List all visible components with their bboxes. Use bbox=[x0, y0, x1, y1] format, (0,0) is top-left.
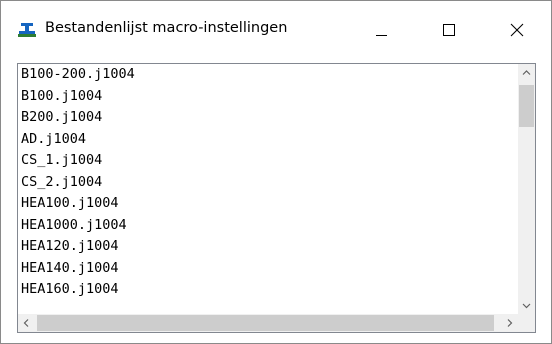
window-title: Bestandenlijst macro-instellingen bbox=[45, 20, 288, 36]
maximize-icon bbox=[443, 24, 455, 36]
list-item[interactable]: HEA160.j1004 bbox=[18, 279, 498, 301]
dialog-window: Bestandenlijst macro-instellingen B100-2… bbox=[0, 0, 552, 344]
minimize-button[interactable] bbox=[347, 1, 415, 57]
list-item[interactable]: HEA100.j1004 bbox=[18, 193, 498, 215]
chevron-left-icon bbox=[23, 319, 29, 327]
minimize-icon bbox=[376, 35, 387, 36]
chevron-down-icon bbox=[522, 303, 531, 309]
list-item[interactable]: CS_2.j1004 bbox=[18, 172, 498, 194]
list-item[interactable]: HEA120.j1004 bbox=[18, 236, 498, 258]
list-item[interactable]: HEA140.j1004 bbox=[18, 258, 498, 280]
list-item[interactable]: B200.j1004 bbox=[18, 107, 498, 129]
list-item[interactable]: B100-200.j1004 bbox=[18, 64, 498, 86]
list-item[interactable]: AD.j1004 bbox=[18, 129, 498, 151]
chevron-right-icon bbox=[507, 319, 513, 327]
vertical-scroll-thumb[interactable] bbox=[519, 85, 534, 127]
scroll-down-button[interactable] bbox=[518, 297, 535, 314]
close-icon bbox=[510, 23, 524, 37]
list-item[interactable]: HEA1000.j1004 bbox=[18, 215, 498, 237]
horizontal-scrollbar[interactable] bbox=[18, 314, 518, 332]
close-button[interactable] bbox=[483, 1, 551, 57]
steel-beam-app-icon bbox=[18, 22, 36, 37]
chevron-up-icon bbox=[522, 70, 531, 75]
scrollbar-corner bbox=[518, 314, 535, 332]
file-listbox[interactable]: B100-200.j1004 B100.j1004 B200.j1004 AD.j10… bbox=[17, 63, 536, 333]
title-bar[interactable]: Bestandenlijst macro-instellingen bbox=[1, 1, 551, 57]
maximize-button[interactable] bbox=[415, 1, 483, 57]
file-list-items: B100-200.j1004 B100.j1004 B200.j1004 AD.j10… bbox=[18, 64, 498, 314]
list-item[interactable]: B100.j1004 bbox=[18, 86, 498, 108]
horizontal-scroll-thumb[interactable] bbox=[37, 315, 494, 331]
scroll-right-button[interactable] bbox=[501, 314, 518, 332]
list-item[interactable]: CS_1.j1004 bbox=[18, 150, 498, 172]
vertical-scrollbar[interactable] bbox=[518, 64, 535, 314]
scroll-up-button[interactable] bbox=[518, 64, 535, 81]
scroll-left-button[interactable] bbox=[18, 314, 35, 332]
